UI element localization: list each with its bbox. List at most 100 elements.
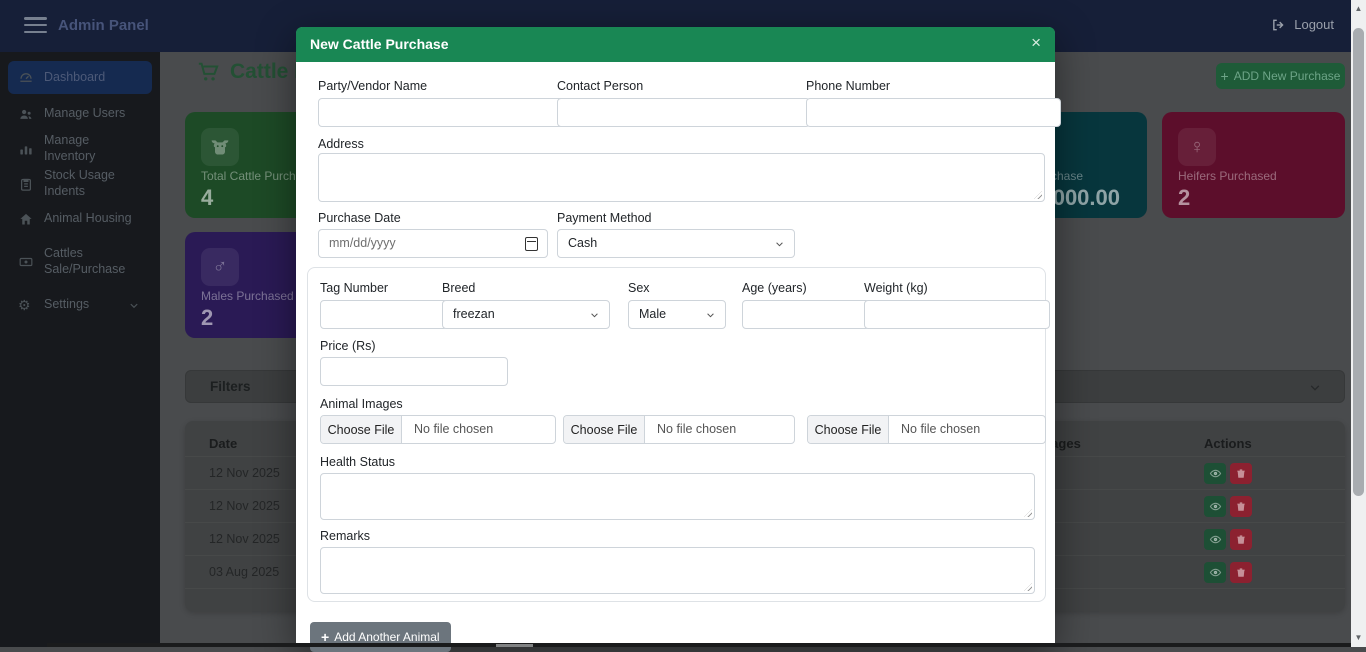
chevron-down-icon	[126, 300, 142, 311]
address-textarea[interactable]	[318, 153, 1045, 202]
column-header-date: Date	[209, 436, 237, 451]
date-placeholder: mm/dd/yyyy	[329, 236, 396, 250]
stat-card-label: Heifers Purchased	[1178, 169, 1277, 183]
animal-entry-card: Tag Number Breed freezan Sex Male Age (y…	[307, 267, 1046, 602]
sidebar-item-dashboard[interactable]: Dashboard	[8, 61, 152, 94]
address-label: Address	[318, 137, 364, 151]
view-button[interactable]	[1204, 562, 1226, 583]
sidebar-item-animal-housing[interactable]: Animal Housing	[8, 206, 152, 232]
party-vendor-input[interactable]	[318, 98, 564, 127]
hamburger-menu-icon[interactable]	[24, 17, 47, 34]
stat-card-value: 2	[1178, 185, 1190, 211]
scroll-up-arrow[interactable]: ▲	[1351, 4, 1366, 13]
add-new-purchase-label: ADD New Purchase	[1234, 69, 1341, 83]
file-input-1[interactable]: Choose File No file chosen	[320, 415, 556, 444]
file-input-2[interactable]: Choose File No file chosen	[563, 415, 795, 444]
sidebar-item-stock-usage-indents[interactable]: Stock Usage Indents	[8, 171, 152, 197]
male-icon: ♂	[201, 248, 239, 286]
price-input[interactable]	[320, 357, 508, 386]
age-label: Age (years)	[742, 281, 807, 295]
file-status: No file chosen	[901, 422, 980, 436]
animal-images-label: Animal Images	[320, 397, 403, 411]
tag-number-input[interactable]	[320, 300, 448, 329]
purchase-date-input[interactable]: mm/dd/yyyy	[318, 229, 548, 258]
sidebar-item-label: Manage Inventory	[44, 133, 142, 164]
file-status: No file chosen	[657, 422, 736, 436]
choose-file-button[interactable]: Choose File	[808, 416, 889, 443]
gear-icon: ⚙︎	[18, 298, 34, 312]
plus-icon: +	[1221, 68, 1229, 84]
sidebar-item-label: Dashboard	[44, 70, 105, 86]
app-title: Admin Panel	[58, 17, 149, 34]
stat-card-label: Males Purchased	[201, 289, 294, 303]
file-input-3[interactable]: Choose File No file chosen	[807, 415, 1046, 444]
contact-person-label: Contact Person	[557, 79, 643, 93]
delete-button[interactable]	[1230, 463, 1252, 484]
health-status-textarea[interactable]	[320, 473, 1035, 520]
sidebar-item-settings[interactable]: ⚙︎ Settings	[8, 292, 152, 318]
remarks-label: Remarks	[320, 529, 370, 543]
payment-method-select[interactable]: Cash	[557, 229, 795, 258]
sidebar: Dashboard Manage Users Manage Inventory …	[0, 52, 160, 647]
house-icon	[18, 212, 34, 227]
bar-chart-icon	[18, 142, 34, 157]
logout-button[interactable]: Logout	[1271, 17, 1334, 32]
sidebar-item-label: Settings	[44, 297, 89, 313]
add-another-animal-label: Add Another Animal	[334, 630, 439, 644]
delete-button[interactable]	[1230, 496, 1252, 517]
price-label: Price (Rs)	[320, 339, 376, 353]
sidebar-item-label: Stock Usage Indents	[44, 168, 142, 199]
vertical-scrollbar: ▲ ▼	[1351, 0, 1366, 647]
logout-label: Logout	[1294, 17, 1334, 32]
health-status-label: Health Status	[320, 455, 395, 469]
view-button[interactable]	[1204, 463, 1226, 484]
stat-card-value: 4	[201, 185, 213, 211]
filters-label: Filters	[210, 379, 251, 394]
female-icon: ♀	[1178, 128, 1216, 166]
cart-icon	[196, 61, 220, 83]
choose-file-button[interactable]: Choose File	[564, 416, 645, 443]
users-icon	[18, 107, 34, 122]
file-status: No file chosen	[414, 422, 493, 436]
phone-number-label: Phone Number	[806, 79, 890, 93]
sidebar-item-label: Cattles Sale/Purchase	[44, 246, 130, 277]
phone-number-input[interactable]	[806, 98, 1061, 127]
view-button[interactable]	[1204, 496, 1226, 517]
resize-grip[interactable]	[1024, 509, 1032, 517]
remarks-textarea[interactable]	[320, 547, 1035, 594]
sex-select[interactable]: Male	[628, 300, 726, 329]
breed-value: freezan	[453, 307, 495, 321]
calendar-icon[interactable]	[525, 237, 538, 251]
weight-input[interactable]	[864, 300, 1050, 329]
view-button[interactable]	[1204, 529, 1226, 550]
party-vendor-label: Party/Vendor Name	[318, 79, 427, 93]
sidebar-item-manage-users[interactable]: Manage Users	[8, 101, 152, 127]
new-cattle-purchase-modal: New Cattle Purchase × Party/Vendor Name …	[296, 27, 1055, 647]
sidebar-item-manage-inventory[interactable]: Manage Inventory	[8, 136, 152, 162]
cash-icon	[18, 255, 34, 269]
logout-icon	[1271, 18, 1286, 32]
resize-grip[interactable]	[1034, 191, 1042, 199]
scroll-down-arrow[interactable]: ▼	[1351, 633, 1366, 642]
add-new-purchase-button[interactable]: + ADD New Purchase	[1216, 63, 1345, 89]
chevron-down-icon	[705, 310, 716, 320]
close-icon[interactable]: ×	[1031, 33, 1041, 53]
age-input[interactable]	[742, 300, 870, 329]
purchase-date-label: Purchase Date	[318, 211, 401, 225]
resize-grip[interactable]	[1024, 583, 1032, 591]
row-date: 12 Nov 2025	[209, 532, 280, 546]
breed-select[interactable]: freezan	[442, 300, 610, 329]
sidebar-item-label: Manage Users	[44, 106, 125, 122]
row-date: 12 Nov 2025	[209, 499, 280, 513]
clipboard-icon	[18, 177, 34, 192]
vertical-scrollbar-thumb[interactable]	[1353, 28, 1364, 496]
weight-label: Weight (kg)	[864, 281, 928, 295]
delete-button[interactable]	[1230, 562, 1252, 583]
modal-header: New Cattle Purchase ×	[296, 27, 1055, 62]
payment-method-value: Cash	[568, 236, 597, 250]
delete-button[interactable]	[1230, 529, 1252, 550]
add-another-animal-button[interactable]: + Add Another Animal	[310, 622, 451, 652]
choose-file-button[interactable]: Choose File	[321, 416, 402, 443]
contact-person-input[interactable]	[557, 98, 810, 127]
sidebar-item-cattles-sale-purchase[interactable]: Cattles Sale/Purchase	[8, 241, 152, 283]
